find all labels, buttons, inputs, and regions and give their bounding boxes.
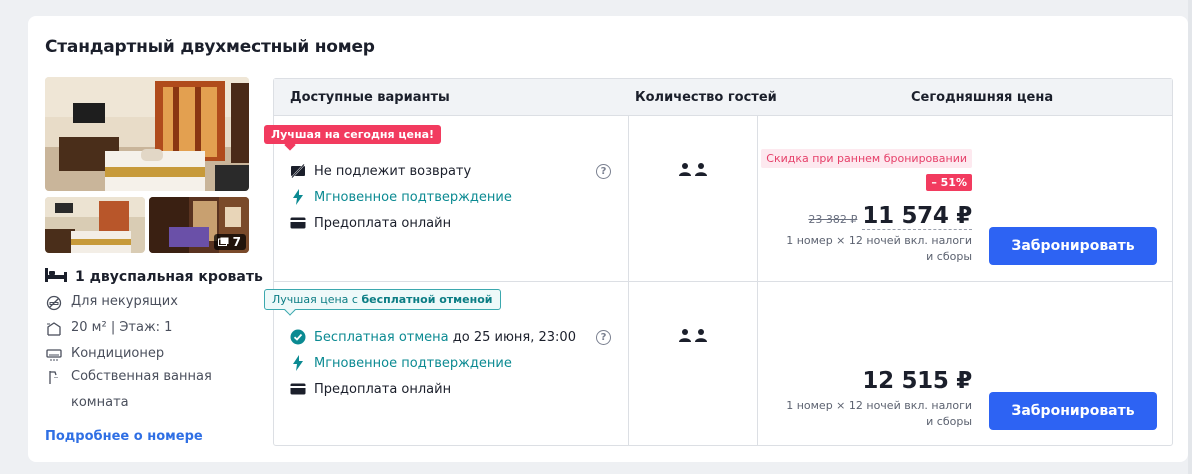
lightning-icon <box>290 189 306 205</box>
book-button[interactable]: Забронировать <box>989 227 1157 265</box>
free-cancel-badge: Лучшая цена с бесплатной отменой <box>264 289 501 310</box>
guests-2 <box>678 161 708 180</box>
feature-text: Не подлежит возврату <box>314 163 472 179</box>
amenity-label: Кондиционер <box>71 346 165 361</box>
price-block: 12 515 ₽ <box>862 368 972 394</box>
person-icon <box>694 327 708 346</box>
help-icon[interactable]: ? <box>596 164 611 179</box>
amenity-bathroom: Собственная ванная комната <box>45 364 241 416</box>
header-options: Доступные варианты <box>290 90 450 105</box>
feature-text: Мгновенное подтверждение <box>314 189 512 205</box>
feature-free-cancel: Бесплатная отмена до 25 июня, 23:00 <box>290 329 576 345</box>
photo-count-badge[interactable]: 7 <box>213 234 246 250</box>
amenity-label: 20 м² | Этаж: 1 <box>71 320 173 335</box>
room-details-link[interactable]: Подробнее о номере <box>45 429 203 444</box>
check-circle-icon <box>290 329 306 345</box>
area-icon <box>45 320 63 338</box>
cancel-deadline: до 25 июня, 23:00 <box>448 329 576 345</box>
no-smoking-icon <box>45 294 63 312</box>
row-divider <box>274 281 1172 282</box>
room-card: Стандартный двухместный номер 7 1 двуспа… <box>28 16 1188 462</box>
offers-table: Доступные варианты Количество гостей Сег… <box>264 78 1173 446</box>
room-title: Стандартный двухместный номер <box>45 37 375 57</box>
feature-no-refund: Не подлежит возврату <box>290 163 471 179</box>
feature-prepay: Предоплата онлайн <box>290 381 451 397</box>
amenity-ac: Кондиционер <box>45 346 164 364</box>
feature-prepay: Предоплата онлайн <box>290 215 451 231</box>
discount-badge: – 51% <box>926 174 972 191</box>
bed-label: 1 двуспальная кровать <box>75 269 263 285</box>
feature-instant-confirm: Мгновенное подтверждение <box>290 355 512 371</box>
bed-type: 1 двуспальная кровать <box>45 268 263 286</box>
person-icon <box>694 161 708 180</box>
amenity-area: 20 м² | Этаж: 1 <box>45 320 172 338</box>
amenity-no-smoking: Для некурящих <box>45 294 178 312</box>
badge-text: Лучшая цена с <box>272 293 362 306</box>
lightning-icon <box>290 355 306 371</box>
header-guests: Количество гостей <box>635 90 777 105</box>
price-note: 1 номер × 12 ночей вкл. налоги и сборы <box>786 399 972 428</box>
guests-2 <box>678 327 708 346</box>
air-conditioner-icon <box>45 346 63 364</box>
early-booking-badge: Скидка при раннем бронировании <box>761 149 972 168</box>
price-note: 1 номер × 12 ночей вкл. налоги и сборы <box>786 234 972 263</box>
bed-icon <box>45 268 67 286</box>
no-refund-icon <box>290 163 306 179</box>
shower-icon <box>45 368 63 386</box>
room-photo-thumb-1[interactable] <box>45 197 145 253</box>
current-price: 12 515 ₽ <box>862 368 972 394</box>
gallery-icon <box>217 235 229 249</box>
page-scrollbar[interactable] <box>1188 0 1192 474</box>
room-photo-main[interactable] <box>45 77 249 191</box>
price-block: 23 382 ₽ 11 574 ₽ <box>808 203 972 230</box>
feature-text: Предоплата онлайн <box>314 381 452 397</box>
photo-count: 7 <box>232 235 241 249</box>
card-icon <box>290 215 306 231</box>
table-header: Доступные варианты Количество гостей Сег… <box>274 79 1172 116</box>
room-photo-thumb-2[interactable]: 7 <box>149 197 249 253</box>
old-price: 23 382 ₽ <box>808 213 858 226</box>
feature-instant-confirm: Мгновенное подтверждение <box>290 189 512 205</box>
header-price: Сегодняшняя цена <box>911 90 1054 105</box>
amenity-label: Для некурящих <box>71 294 178 309</box>
badge-bold-text: бесплатной отменой <box>361 293 493 306</box>
person-icon <box>678 327 692 346</box>
current-price[interactable]: 11 574 ₽ <box>862 203 972 230</box>
feature-text: Мгновенное подтверждение <box>314 355 512 371</box>
card-icon <box>290 381 306 397</box>
free-cancel-link[interactable]: Бесплатная отмена <box>314 330 449 345</box>
book-button[interactable]: Забронировать <box>989 392 1157 430</box>
amenity-label: Собственная ванная комната <box>71 369 212 410</box>
person-icon <box>678 161 692 180</box>
feature-text: Предоплата онлайн <box>314 215 452 231</box>
help-icon[interactable]: ? <box>596 330 611 345</box>
